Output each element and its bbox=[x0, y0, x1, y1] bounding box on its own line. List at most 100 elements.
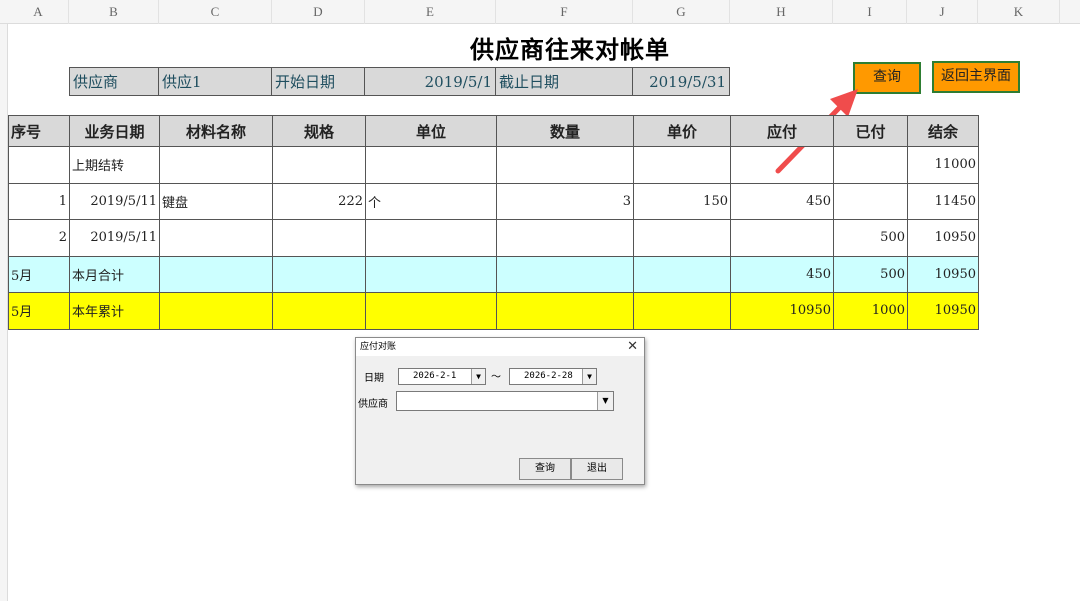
cell[interactable] bbox=[833, 146, 908, 184]
cell[interactable]: 150 bbox=[633, 182, 731, 220]
date-from-value: 2026-2-1 bbox=[413, 371, 457, 381]
column-header-e[interactable]: E bbox=[365, 0, 496, 24]
cell[interactable] bbox=[272, 255, 366, 293]
cell[interactable] bbox=[633, 292, 731, 330]
column-header-i[interactable]: I bbox=[833, 0, 907, 24]
table-row: 1 2019/5/11 键盘 222 个 3 150 450 11450 bbox=[8, 182, 979, 220]
start-date-label: 开始日期 bbox=[271, 67, 365, 96]
table-row: 上期结转 11000 bbox=[8, 146, 979, 184]
cell[interactable] bbox=[633, 219, 731, 257]
cell[interactable]: 本年累计 bbox=[69, 292, 160, 330]
cell[interactable] bbox=[365, 292, 497, 330]
cell[interactable] bbox=[365, 146, 497, 184]
cell[interactable]: 本月合计 bbox=[69, 255, 160, 293]
column-header-j[interactable]: J bbox=[907, 0, 978, 24]
statement-table: 序号 业务日期 材料名称 规格 单位 数量 单价 应付 已付 结余 上期结转 1… bbox=[8, 115, 979, 330]
chevron-down-icon[interactable]: ▼ bbox=[582, 369, 596, 384]
cell[interactable] bbox=[496, 255, 634, 293]
yearly-total-row: 5月 本年累计 10950 1000 10950 bbox=[8, 292, 979, 330]
start-date-cell[interactable]: 2019/5/1 bbox=[364, 67, 496, 96]
dialog-title: 应付对账 bbox=[356, 338, 644, 356]
column-header-g[interactable]: G bbox=[633, 0, 730, 24]
cell[interactable]: 键盘 bbox=[159, 182, 273, 220]
column-header-f[interactable]: F bbox=[496, 0, 633, 24]
cell[interactable]: 1000 bbox=[833, 292, 908, 330]
cell[interactable] bbox=[159, 146, 273, 184]
end-date-label: 截止日期 bbox=[495, 67, 633, 96]
cell[interactable] bbox=[159, 255, 273, 293]
cell[interactable]: 2019/5/11 bbox=[69, 219, 160, 257]
th-qty: 数量 bbox=[496, 115, 634, 147]
cell[interactable]: 222 bbox=[272, 182, 366, 220]
cell[interactable]: 10950 bbox=[730, 292, 834, 330]
cell[interactable] bbox=[272, 146, 366, 184]
cell[interactable] bbox=[730, 146, 834, 184]
cell[interactable]: 10950 bbox=[907, 255, 979, 293]
cell[interactable]: 3 bbox=[496, 182, 634, 220]
column-header-k[interactable]: K bbox=[978, 0, 1060, 24]
cell[interactable] bbox=[633, 146, 731, 184]
row-header-gutter bbox=[0, 24, 8, 601]
cell[interactable]: 个 bbox=[365, 182, 497, 220]
close-icon[interactable]: ✕ bbox=[627, 338, 638, 356]
dialog-query-button[interactable]: 查询 bbox=[519, 458, 571, 480]
supplier-value-cell[interactable]: 供应1 bbox=[158, 67, 272, 96]
cell[interactable]: 2019/5/11 bbox=[69, 182, 160, 220]
column-header-h[interactable]: H bbox=[730, 0, 833, 24]
cell[interactable]: 5月 bbox=[8, 292, 70, 330]
cell[interactable] bbox=[496, 292, 634, 330]
cell[interactable] bbox=[833, 182, 908, 220]
column-header-bar: A B C D E F G H I J K bbox=[0, 0, 1080, 24]
cell[interactable]: 500 bbox=[833, 219, 908, 257]
date-range-separator: ～ bbox=[491, 372, 501, 383]
cell[interactable]: 10950 bbox=[907, 292, 979, 330]
th-balance: 结余 bbox=[907, 115, 979, 147]
cell[interactable] bbox=[159, 292, 273, 330]
cell[interactable]: 11450 bbox=[907, 182, 979, 220]
th-date: 业务日期 bbox=[69, 115, 160, 147]
cell[interactable]: 500 bbox=[833, 255, 908, 293]
cell[interactable] bbox=[365, 219, 497, 257]
cell[interactable]: 上期结转 bbox=[69, 146, 160, 184]
column-header-b[interactable]: B bbox=[69, 0, 159, 24]
cell[interactable]: 450 bbox=[730, 182, 834, 220]
cell[interactable] bbox=[633, 255, 731, 293]
cell[interactable]: 450 bbox=[730, 255, 834, 293]
supplier-combo-label: 供应商 bbox=[358, 399, 388, 410]
end-date-cell[interactable]: 2019/5/31 bbox=[632, 67, 730, 96]
column-header-d[interactable]: D bbox=[272, 0, 365, 24]
cell[interactable] bbox=[159, 219, 273, 257]
chevron-down-icon[interactable]: ▼ bbox=[471, 369, 485, 384]
table-row: 2 2019/5/11 500 10950 bbox=[8, 219, 979, 257]
back-to-main-button[interactable]: 返回主界面 bbox=[932, 61, 1020, 93]
cell[interactable] bbox=[272, 292, 366, 330]
cell[interactable]: 1 bbox=[8, 182, 70, 220]
th-seq: 序号 bbox=[8, 115, 70, 147]
date-to-picker[interactable]: 2026-2-28 ▼ bbox=[509, 368, 597, 385]
cell[interactable]: 10950 bbox=[907, 219, 979, 257]
date-label: 日期 bbox=[364, 373, 384, 384]
cell[interactable] bbox=[8, 146, 70, 184]
dialog-exit-button[interactable]: 退出 bbox=[571, 458, 623, 480]
chevron-down-icon[interactable]: ▼ bbox=[597, 392, 613, 410]
cell[interactable]: 5月 bbox=[8, 255, 70, 293]
cell[interactable]: 2 bbox=[8, 219, 70, 257]
th-paid: 已付 bbox=[833, 115, 908, 147]
cell[interactable] bbox=[496, 146, 634, 184]
cell[interactable] bbox=[365, 255, 497, 293]
cell[interactable]: 11000 bbox=[907, 146, 979, 184]
th-payable: 应付 bbox=[730, 115, 834, 147]
date-to-value: 2026-2-28 bbox=[524, 371, 573, 381]
cell[interactable] bbox=[272, 219, 366, 257]
payables-reconciliation-dialog: 应付对账 ✕ 日期 2026-2-1 ▼ ～ 2026-2-28 ▼ 供应商 ▼… bbox=[355, 337, 645, 485]
supplier-label: 供应商 bbox=[69, 67, 159, 96]
cell[interactable] bbox=[730, 219, 834, 257]
date-from-picker[interactable]: 2026-2-1 ▼ bbox=[398, 368, 486, 385]
supplier-combo[interactable]: ▼ bbox=[396, 391, 614, 411]
column-header-c[interactable]: C bbox=[159, 0, 272, 24]
column-header-a[interactable]: A bbox=[8, 0, 69, 24]
th-material: 材料名称 bbox=[159, 115, 273, 147]
th-unit: 单位 bbox=[365, 115, 497, 147]
table-header-row: 序号 业务日期 材料名称 规格 单位 数量 单价 应付 已付 结余 bbox=[8, 115, 979, 147]
cell[interactable] bbox=[496, 219, 634, 257]
